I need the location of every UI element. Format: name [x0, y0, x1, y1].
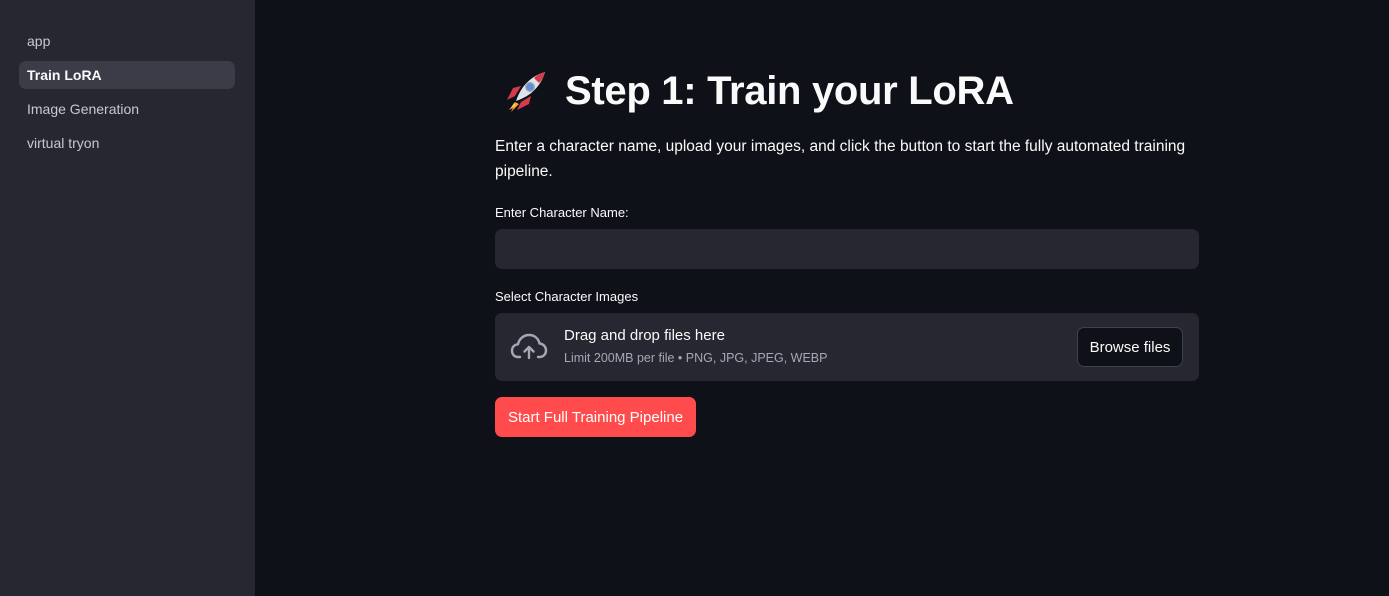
sidebar-item-virtual-tryon[interactable]: virtual tryon	[19, 129, 235, 157]
character-name-label: Enter Character Name:	[495, 205, 629, 220]
page-title: Step 1: Train your LoRA	[501, 66, 1014, 116]
app-root: app Train LoRA Image Generation virtual …	[0, 0, 1389, 596]
dropzone-title: Drag and drop files here	[564, 327, 725, 344]
rocket-icon	[507, 72, 545, 112]
file-dropzone[interactable]: Drag and drop files here Limit 200MB per…	[495, 313, 1199, 381]
sidebar-item-label: Image Generation	[27, 101, 140, 117]
sidebar-item-label: Train LoRA	[27, 67, 102, 83]
browse-files-button[interactable]: Browse files	[1077, 327, 1183, 367]
start-training-button[interactable]: Start Full Training Pipeline	[495, 397, 696, 437]
start-training-label: Start Full Training Pipeline	[507, 408, 684, 426]
sidebar-item-image-generation[interactable]: Image Generation	[19, 95, 235, 123]
sidebar: app Train LoRA Image Generation virtual …	[0, 0, 255, 596]
intro-text: Enter a character name, upload your imag…	[495, 138, 1186, 180]
character-name-input[interactable]	[495, 229, 1199, 269]
page-title-text: Step 1: Train your LoRA	[565, 68, 1014, 113]
sidebar-item-label: virtual tryon	[27, 135, 100, 151]
sidebar-item-app[interactable]: app	[19, 27, 235, 55]
cloud-upload-icon	[510, 333, 548, 360]
dropzone-subtitle: Limit 200MB per file • PNG, JPG, JPEG, W…	[564, 351, 828, 365]
browse-files-label: Browse files	[1089, 338, 1171, 356]
sidebar-item-train-lora[interactable]: Train LoRA	[19, 61, 235, 89]
sidebar-item-label: app	[27, 33, 51, 49]
character-images-label: Select Character Images	[495, 289, 639, 304]
